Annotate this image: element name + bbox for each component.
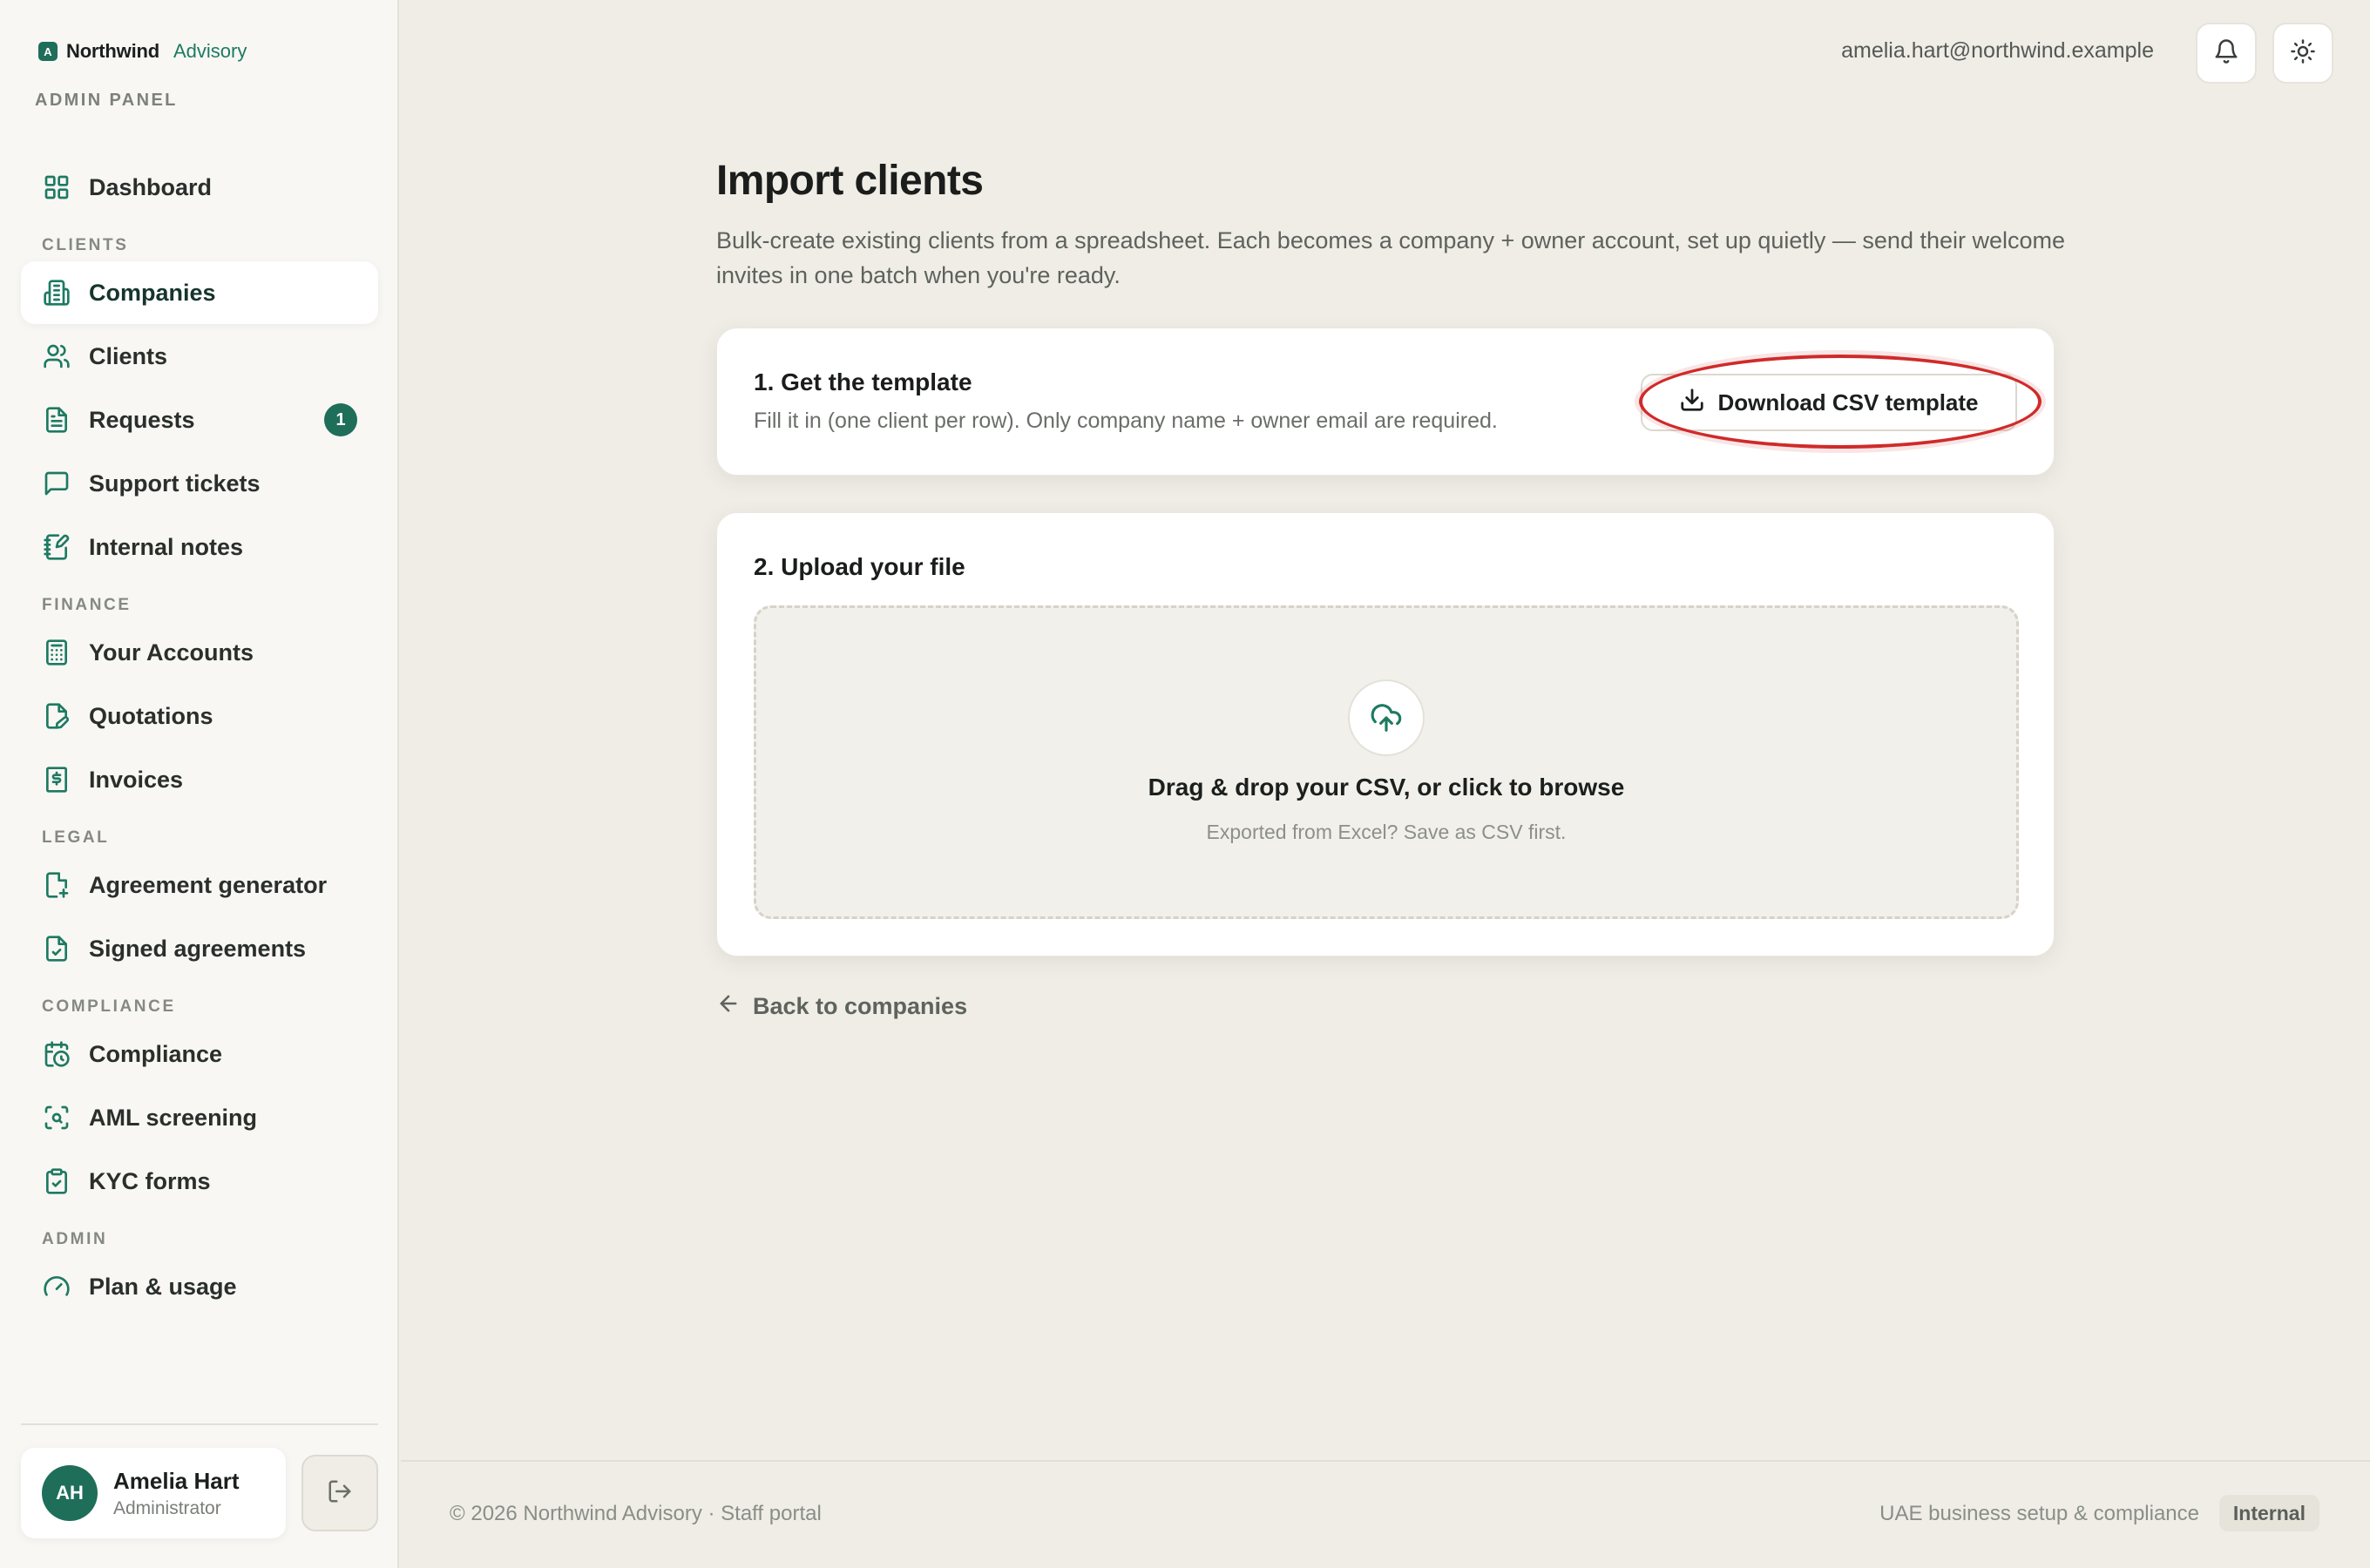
user-name: Amelia Hart [113,1467,240,1494]
brand-sub: Advisory [173,40,247,62]
sidebar-item-label: Dashboard [89,173,213,200]
sidebar-item-label: Invoices [89,766,184,793]
sidebar-item-invoices[interactable]: Invoices [21,748,378,811]
sidebar-item-companies[interactable]: Companies [21,261,378,324]
sidebar-item-agreement-generator[interactable]: Agreement generator [21,854,378,916]
sidebar-item-signed-agreements[interactable]: Signed agreements [21,917,378,980]
file-dropzone[interactable]: Drag & drop your CSV, or click to browse… [754,605,2019,919]
footer-tagline: UAE business setup & compliance [1879,1502,2199,1525]
sidebar-item-label: Agreement generator [89,871,328,898]
nav-section-admin: ADMIN [42,1230,108,1248]
avatar: AH [42,1465,98,1521]
template-step-card: 1. Get the template Fill it in (one clie… [716,328,2055,476]
calendar-clock-icon [42,1039,71,1069]
download-icon [1679,387,1705,419]
step2-title: 2. Upload your file [754,553,965,580]
user-profile-card[interactable]: AH Amelia Hart Administrator [21,1448,286,1538]
sidebar-item-clients[interactable]: Clients [21,325,378,388]
arrow-left-icon [716,991,741,1022]
dropzone-hint: Exported from Excel? Save as CSV first. [1206,821,1567,843]
calculator-icon [42,638,71,667]
sidebar-item-label: Quotations [89,702,213,729]
sidebar-item-label: Your Accounts [89,639,254,666]
logout-icon [327,1478,353,1509]
sidebar-divider [21,1423,378,1425]
nav-section-compliance: COMPLIANCE [42,997,176,1016]
sidebar-item-requests[interactable]: Requests 1 [21,389,378,451]
sidebar-item-label: Requests [89,406,195,433]
dropzone-instruction: Drag & drop your CSV, or click to browse [1148,774,1625,801]
nav-section-legal: LEGAL [42,828,110,847]
sidebar-item-label: Clients [89,342,168,369]
sidebar-item-compliance[interactable]: Compliance [21,1023,378,1085]
cloud-upload-icon [1348,679,1425,756]
brand-name: Northwind [66,40,159,62]
sidebar-item-plan-usage[interactable]: Plan & usage [21,1255,378,1318]
sidebar-item-internal-notes[interactable]: Internal notes [21,516,378,578]
sidebar-item-dashboard[interactable]: Dashboard [21,156,378,219]
file-pen-icon [42,701,71,731]
document-icon [42,405,71,435]
dashboard-grid-icon [42,172,71,202]
theme-toggle-button[interactable] [2272,23,2333,84]
upload-step-card: 2. Upload your file Drag & drop your CSV… [716,512,2055,956]
bell-icon [2213,38,2239,69]
nav-section-finance: FINANCE [42,596,132,614]
admin-panel-label: ADMIN PANEL [35,91,178,110]
sidebar-item-your-accounts[interactable]: Your Accounts [21,621,378,684]
building-icon [42,278,71,308]
back-link-label: Back to companies [753,993,968,1019]
nav-section-clients: CLIENTS [42,236,129,254]
file-plus-icon [42,870,71,900]
sidebar-item-label: Support tickets [89,470,261,497]
back-to-companies-link[interactable]: Back to companies [716,991,967,1022]
brand-logo: A [38,42,58,61]
page-description: Bulk-create existing clients from a spre… [716,227,2066,288]
requests-count-badge: 1 [324,403,357,436]
sidebar-item-aml-screening[interactable]: AML screening [21,1086,378,1149]
sidebar-item-label: Internal notes [89,533,244,560]
sidebar-item-label: KYC forms [89,1167,211,1194]
sidebar-item-label: Compliance [89,1040,223,1067]
footer-divider [401,1460,2370,1462]
sidebar-item-label: Signed agreements [89,935,307,962]
sidebar-item-label: AML screening [89,1104,258,1131]
download-csv-template-button[interactable]: Download CSV template [1641,374,2017,431]
notebook-pen-icon [42,532,71,562]
sidebar-item-label: Companies [89,279,216,306]
brand[interactable]: A Northwind Advisory [38,40,247,63]
sidebar: A Northwind Advisory ADMIN PANEL Dashboa… [0,0,399,1568]
step1-subtitle: Fill it in (one client per row). Only co… [754,409,1498,433]
notifications-button[interactable] [2196,23,2257,84]
sidebar-nav: Dashboard CLIENTS Companies Clients Requ… [21,148,378,1319]
clipboard-check-icon [42,1166,71,1196]
user-role: Administrator [113,1497,221,1518]
file-check-icon [42,934,71,963]
page-title: Import clients [716,158,984,204]
message-square-icon [42,469,71,498]
sidebar-item-support-tickets[interactable]: Support tickets [21,452,378,515]
sidebar-item-kyc-forms[interactable]: KYC forms [21,1150,378,1213]
footer-copyright: © 2026 Northwind Advisory · Staff portal [450,1502,822,1525]
sidebar-item-label: Plan & usage [89,1273,237,1300]
scan-search-icon [42,1103,71,1132]
users-icon [42,341,71,371]
gauge-icon [42,1272,71,1301]
environment-badge: Internal [2218,1495,2319,1531]
receipt-dollar-icon [42,765,71,794]
current-user-email: amelia.hart@northwind.example [1841,38,2154,63]
sidebar-item-quotations[interactable]: Quotations [21,685,378,747]
sun-icon [2290,38,2316,69]
download-button-label: Download CSV template [1717,389,1979,416]
step1-title: 1. Get the template [754,368,972,395]
logout-button[interactable] [301,1455,378,1531]
